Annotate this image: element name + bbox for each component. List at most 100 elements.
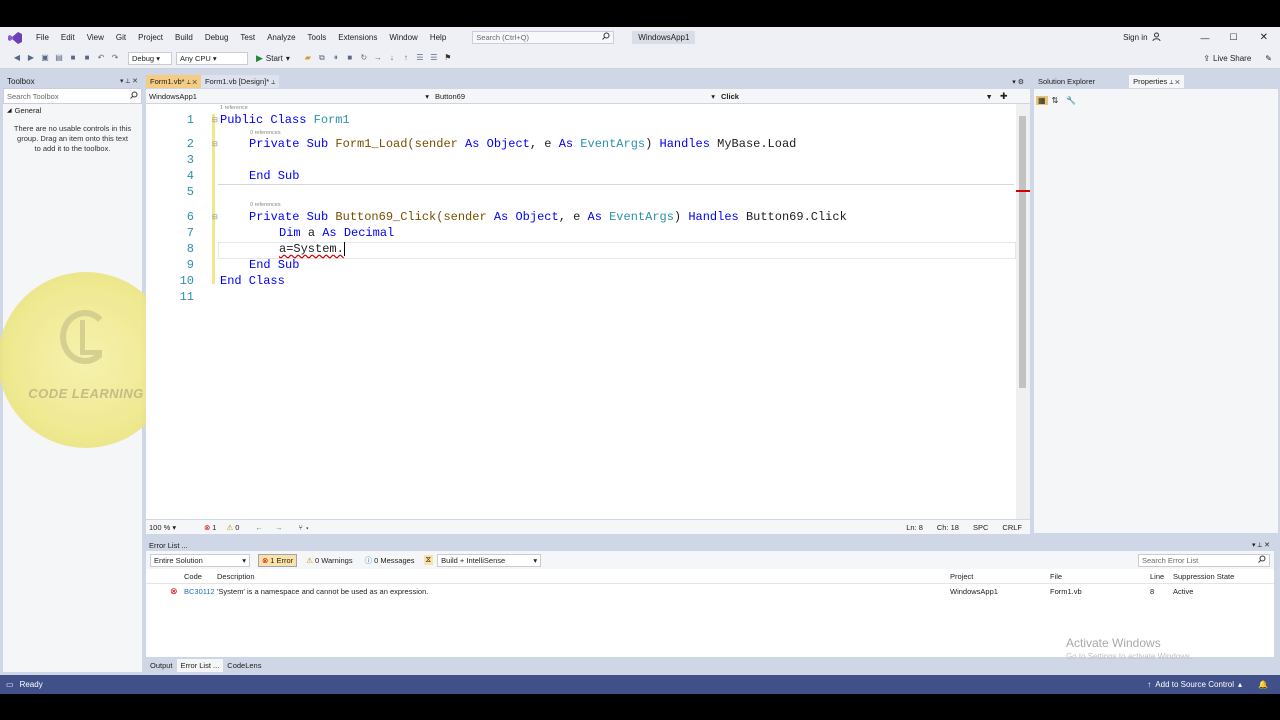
maximize-button[interactable]: ☐ — [1230, 32, 1238, 43]
start-button[interactable]: ▶ Start ▾ — [256, 53, 290, 64]
messages-filter-button[interactable]: ⓘ 0 Messages — [362, 554, 418, 567]
column-header-description[interactable]: Description — [217, 572, 950, 581]
column-header-suppression[interactable]: Suppression State — [1173, 572, 1234, 581]
uncomment-icon[interactable]: ☰ — [430, 54, 438, 62]
tab-overflow-icon[interactable]: ▾ ⚙ — [1012, 78, 1024, 86]
paren: ) — [673, 210, 682, 224]
wrench-icon[interactable]: 🔧 — [1066, 96, 1076, 105]
tab-output[interactable]: Output — [146, 659, 177, 672]
column-header-code[interactable]: Code — [184, 572, 217, 581]
account-icon[interactable] — [1152, 32, 1161, 43]
menu-item-build[interactable]: Build — [175, 33, 193, 42]
menu-item-test[interactable]: Test — [240, 33, 255, 42]
error-icon[interactable]: ⊗ — [204, 523, 210, 532]
nav-back-icon[interactable]: ← — [255, 523, 263, 532]
error-row[interactable]: ⊗ BC30112 'System' is a namespace and ca… — [146, 584, 1274, 598]
sign-in-link[interactable]: Sign in — [1123, 33, 1147, 42]
menu-item-edit[interactable]: Edit — [61, 33, 75, 42]
filter-icon[interactable]: ⧖ — [423, 555, 434, 565]
menu-item-tools[interactable]: Tools — [308, 33, 327, 42]
member-dropdown[interactable]: Click ▾ — [718, 91, 994, 102]
whitespace-indicator[interactable]: SPC — [973, 523, 988, 532]
tab-codelens[interactable]: CodeLens — [223, 659, 265, 672]
codelens-hint[interactable]: 0 references — [250, 202, 281, 208]
menu-item-git[interactable]: Git — [116, 33, 126, 42]
collapse-toggle[interactable]: ⊟ — [212, 140, 218, 148]
search-box[interactable]: Search (Ctrl+Q) — [472, 31, 615, 44]
project-dropdown[interactable]: WindowsApp1 ▾ — [146, 91, 432, 102]
error-search-box[interactable]: Search Error List — [1138, 553, 1270, 567]
open-icon[interactable]: ▤ — [55, 54, 63, 62]
code-line-2: Private Sub Form1_Load(sender As Object,… — [249, 137, 796, 151]
back-icon[interactable]: ◀ — [13, 54, 21, 62]
menu-item-project[interactable]: Project — [138, 33, 163, 42]
object-dropdown[interactable]: Button69 ▾ — [432, 91, 718, 102]
tab-solution-explorer[interactable]: Solution Explorer — [1034, 75, 1099, 88]
column-header-project[interactable]: Project — [950, 572, 1050, 581]
menu-item-window[interactable]: Window — [389, 33, 417, 42]
screenshot-icon[interactable]: ⧉ — [318, 54, 326, 62]
menu-item-analyze[interactable]: Analyze — [267, 33, 295, 42]
minimize-button[interactable]: — — [1201, 33, 1210, 43]
live-share-icon[interactable]: ⇪ — [1203, 54, 1210, 63]
menu-item-extensions[interactable]: Extensions — [338, 33, 377, 42]
forward-icon[interactable]: ▶ — [27, 54, 35, 62]
editor-scrollbar[interactable] — [1016, 104, 1030, 519]
split-icon[interactable]: ✚ — [1000, 91, 1008, 102]
redo-icon[interactable]: ↷ — [111, 54, 119, 62]
menu-item-help[interactable]: Help — [430, 33, 446, 42]
undo-icon[interactable]: ↶ — [97, 54, 105, 62]
stop-icon[interactable]: ■ — [346, 54, 354, 62]
errors-filter-button[interactable]: ⊗ 1 Error — [258, 553, 298, 567]
nav-forward-icon[interactable]: → — [275, 523, 283, 532]
restart-icon[interactable]: ↻ — [360, 54, 368, 62]
notifications-icon[interactable]: 🔔 — [1258, 680, 1268, 689]
line-number: 7 — [186, 226, 194, 240]
new-project-icon[interactable]: ▣ — [41, 54, 49, 62]
toolbox-group-general[interactable]: ◢ General — [3, 104, 142, 116]
git-branch-icon[interactable]: ⑂ ▾ — [298, 523, 309, 532]
step-out-icon[interactable]: ↑ — [402, 54, 410, 62]
tab-error-list[interactable]: Error List ... — [176, 658, 224, 672]
comment-icon[interactable]: ☰ — [416, 54, 424, 62]
menu-item-file[interactable]: File — [36, 33, 49, 42]
zoom-dropdown[interactable]: 100 % ▾ — [146, 522, 186, 533]
codelens-hint[interactable]: 1 reference — [220, 105, 248, 111]
step-into-icon[interactable]: ↓ — [388, 54, 396, 62]
warning-icon[interactable]: ⚠ — [226, 523, 233, 532]
codelens-hint[interactable]: 0 references — [250, 130, 281, 136]
close-button[interactable]: ✕ — [1260, 32, 1268, 43]
column-header-file[interactable]: File — [1050, 572, 1150, 581]
bookmark-icon[interactable]: ⚑ — [444, 54, 452, 62]
feedback-icon[interactable]: ✎ — [1265, 54, 1272, 63]
pause-icon[interactable]: ⏸ — [332, 54, 340, 62]
scroll-thumb[interactable] — [1019, 116, 1026, 388]
error-code-link[interactable]: BC30112 — [184, 587, 217, 596]
categorized-icon[interactable]: ▦ — [1036, 95, 1048, 105]
tab-properties[interactable]: Properties ⟂ ✕ — [1129, 75, 1184, 88]
alphabetical-icon[interactable]: ⇅ — [1052, 96, 1059, 105]
code-editor[interactable]: 1 reference 0 references 0 references 1 2… — [146, 104, 1016, 519]
save-all-icon[interactable]: ■ — [83, 54, 91, 62]
tab-form1-design[interactable]: Form1.vb [Design]* ⟂ — [200, 75, 280, 88]
menu-item-debug[interactable]: Debug — [205, 33, 229, 42]
platform-dropdown[interactable]: Any CPU ▾ — [176, 51, 248, 65]
menu-item-view[interactable]: View — [87, 33, 104, 42]
config-value: Debug — [132, 53, 155, 63]
scope-dropdown[interactable]: Entire Solution ▾ — [150, 553, 250, 567]
toolbox-search[interactable]: Search Toolbox — [3, 88, 142, 104]
line-ending-indicator[interactable]: CRLF — [1002, 523, 1022, 532]
add-to-source-control[interactable]: Add to Source Control — [1155, 680, 1234, 689]
column-header-line[interactable]: Line — [1150, 572, 1173, 581]
save-icon[interactable]: ■ — [69, 54, 77, 62]
editor-tabstrip: Form1.vb* ⟂ ✕ Form1.vb [Design]* ⟂ ▾ ⚙ — [146, 75, 1030, 88]
config-dropdown[interactable]: Debug ▾ — [128, 51, 172, 65]
step-over-icon[interactable]: → — [374, 54, 382, 62]
collapse-toggle[interactable]: ⊟ — [212, 213, 218, 221]
build-filter-dropdown[interactable]: Build + IntelliSense ▾ — [437, 553, 542, 567]
folder-icon[interactable]: ▰ — [304, 54, 312, 62]
warnings-filter-button[interactable]: ⚠ 0 Warnings — [303, 555, 355, 566]
tab-form1-vb[interactable]: Form1.vb* ⟂ ✕ — [146, 75, 201, 88]
live-share-button[interactable]: Live Share — [1213, 54, 1251, 63]
collapse-toggle[interactable]: ⊟ — [212, 116, 218, 124]
